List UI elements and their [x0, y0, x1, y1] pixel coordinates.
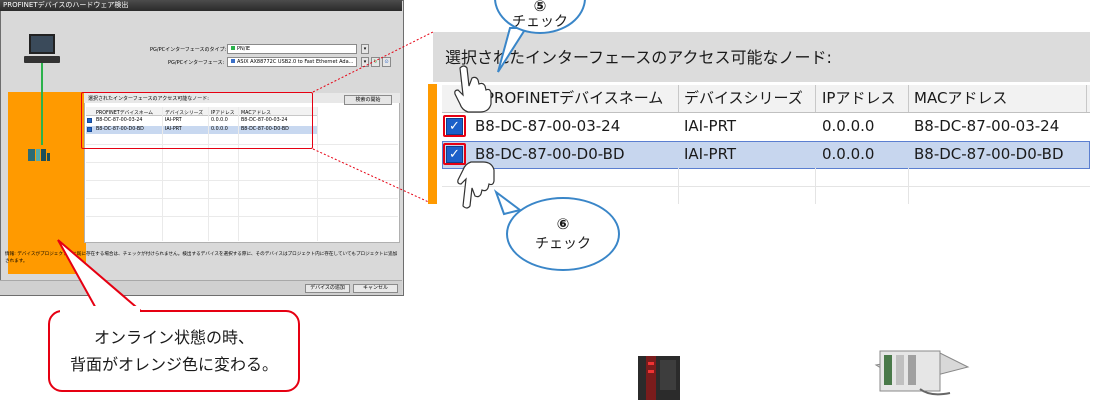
zoom-col-mac-address[interactable]: MACアドレス [914, 87, 1007, 108]
note-pointer-mask [60, 306, 140, 316]
controller-unit-image [874, 350, 970, 396]
hand-pointer-icon [454, 65, 492, 113]
note-callout-pointer [57, 239, 145, 313]
zoom-cell-mac: B8-DC-87-00-D0-BD [914, 145, 1064, 163]
step6-text: チェック [535, 236, 591, 252]
step6-number: ⑥ [556, 215, 570, 233]
zoom-cell-mac: B8-DC-87-00-03-24 [914, 117, 1060, 135]
grid-line [908, 168, 909, 204]
zoom-cell-ip: 0.0.0.0 [822, 145, 875, 163]
online-note-text: オンライン状態の時、 背面がオレンジ色に変わる。 [48, 324, 300, 378]
step5-number: ⑤ [533, 0, 547, 15]
note-line-2: 背面がオレンジ色に変わる。 [69, 355, 278, 374]
grid-line [442, 186, 1090, 187]
zoom-cell-name: B8-DC-87-00-03-24 [475, 117, 621, 135]
column-separator [908, 85, 909, 112]
zoom-orange-edge [428, 84, 437, 204]
step5-bubble: ⑤ チェック [494, 0, 586, 34]
step5-text: チェック [512, 14, 568, 30]
callout-pointer [497, 27, 528, 73]
column-separator [815, 85, 816, 112]
zoom-cell-ip: 0.0.0.0 [822, 117, 875, 135]
column-separator [678, 85, 679, 112]
zoom-cell-series: IAI-PRT [684, 117, 737, 135]
zoom-col-ip-address[interactable]: IPアドレス [822, 87, 895, 108]
zoom-col-profinet-name[interactable]: PROFINETデバイスネーム [485, 87, 663, 108]
column-separator [1086, 85, 1087, 112]
grid-line [678, 168, 679, 204]
grid-line [815, 168, 816, 204]
zoom-cell-series: IAI-PRT [684, 145, 737, 163]
note-line-1: オンライン状態の時、 [93, 328, 254, 347]
zoom-cell-name: B8-DC-87-00-D0-BD [475, 145, 625, 163]
checkbox-highlight-box [443, 115, 466, 137]
zoom-col-device-series[interactable]: デバイスシリーズ [684, 87, 803, 108]
controller-device-image [638, 356, 680, 400]
step6-bubble: ⑥ チェック [506, 197, 620, 271]
